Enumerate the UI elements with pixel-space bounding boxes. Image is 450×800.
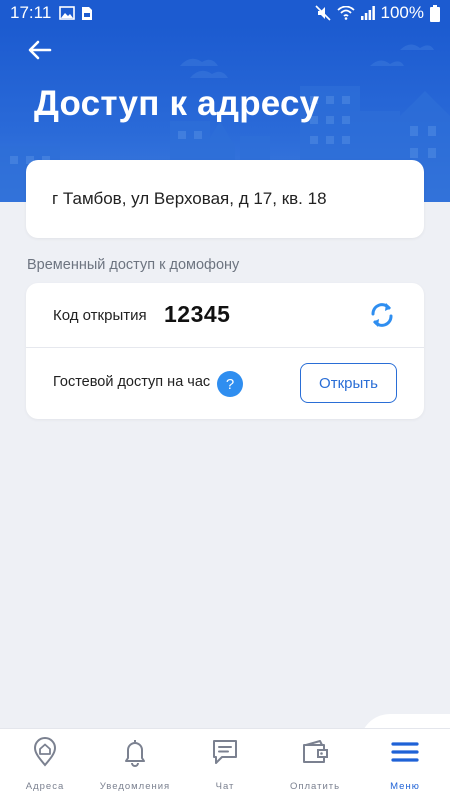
nav-item-addresses[interactable]: Адреса <box>0 729 90 800</box>
code-row: Код открытия 12345 <box>26 283 424 348</box>
section-label: Временный доступ к домофону <box>27 257 240 273</box>
nav-item-pay[interactable]: Оплатить <box>270 729 360 800</box>
battery-icon <box>430 4 440 22</box>
wifi-icon <box>336 6 355 20</box>
code-label: Код открытия <box>53 307 147 324</box>
nav-item-menu[interactable]: Меню <box>360 729 450 800</box>
refresh-icon[interactable] <box>367 300 397 330</box>
status-bar: 17:11 100% <box>0 0 450 26</box>
guest-access-label: Гостевой доступ на час <box>53 374 211 390</box>
guest-access-row: Гостевой доступ на час ? Открыть <box>26 348 424 419</box>
arrow-left-icon[interactable] <box>26 38 54 62</box>
help-button[interactable]: ? <box>217 371 243 397</box>
address-card: г Тамбов, ул Верховая, д 17, кв. 18 <box>26 160 424 238</box>
question-icon: ? <box>225 375 235 393</box>
page-title: Доступ к адресу <box>34 84 320 123</box>
battery-percent: 100% <box>380 3 424 22</box>
code-value: 12345 <box>164 301 231 327</box>
nav-label-notifications: Уведомления <box>99 781 171 792</box>
intercom-access-card: Код открытия 12345 Гостевой доступ на ча… <box>26 283 424 419</box>
signal-icon <box>360 6 375 20</box>
nav-label-addresses: Адреса <box>25 781 65 792</box>
nav-label-pay: Оплатить <box>289 781 341 792</box>
mute-icon <box>314 5 331 21</box>
nav-label-menu: Меню <box>390 781 420 792</box>
image-icon <box>59 6 76 20</box>
house-pin-icon <box>33 737 57 767</box>
wallet-icon <box>303 740 328 763</box>
sim-icon <box>82 6 93 20</box>
nav-item-notifications[interactable]: Уведомления <box>90 729 180 800</box>
chat-icon <box>213 740 237 764</box>
address-text: г Тамбов, ул Верховая, д 17, кв. 18 <box>52 189 327 208</box>
open-button[interactable]: Открыть <box>300 363 397 403</box>
hamburger-icon <box>391 742 419 762</box>
bell-icon <box>125 740 145 767</box>
nav-label-chat: Чат <box>215 781 235 792</box>
bottom-navigation: Адреса Уведомления Чат Оплатить Меню <box>0 728 450 800</box>
status-time: 17:11 <box>10 3 52 22</box>
nav-item-chat[interactable]: Чат <box>180 729 270 800</box>
